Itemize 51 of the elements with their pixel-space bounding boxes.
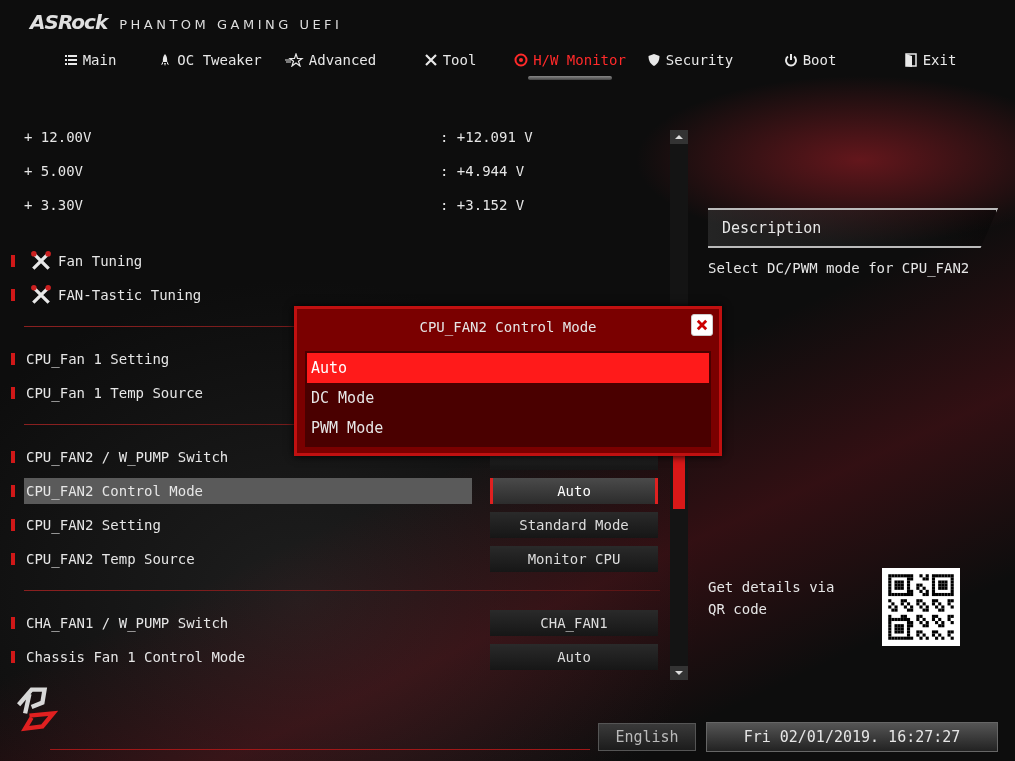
setting-label[interactable]: CPU_FAN2 Temp Source [24,546,472,572]
menu-tab[interactable]: Advanced [270,46,390,80]
voltage-reading: : +4.944 V [440,163,525,179]
qr-caption: Get details via QR code [708,578,836,619]
setting-label[interactable]: CPU_FAN2 Control Mode [24,478,472,504]
voltage-reading: : +3.152 V [440,197,525,213]
star-icon [283,53,304,67]
menu-tab[interactable]: Exit [870,46,990,80]
description-text: Select DC/PWM mode for CPU_FAN2 [708,260,971,276]
close-button[interactable] [691,314,713,336]
setting-label[interactable]: CHA_FAN1 / W_PUMP Switch [24,610,472,636]
menu-tab[interactable]: Tool [390,46,510,80]
date-time-display: Fri 02/01/2019. 16:27:27 [706,722,998,752]
setting-value-button[interactable]: Monitor CPU [490,546,658,572]
scroll-down-icon[interactable] [670,666,688,680]
dialog-title: CPU_FAN2 Control Mode [419,319,597,335]
voltage-reading: : +12.091 V [440,129,533,145]
dialog-option[interactable]: Auto [307,353,709,383]
voltage-label: + 3.30V [24,197,84,213]
menu-tab[interactable]: Boot [750,46,870,80]
setting-label[interactable]: CPU_FAN2 Setting [24,512,472,538]
door-icon [903,53,918,67]
scroll-up-icon[interactable] [670,130,688,144]
description-title: Description [722,219,822,237]
qr-code-icon [882,568,960,646]
menu-link[interactable]: Fan Tuning [58,253,143,269]
tools-icon [423,53,438,67]
setting-value-button[interactable]: Auto [490,644,658,670]
close-icon [695,318,709,332]
setting-value-button[interactable]: Auto [490,478,658,504]
menu-tab[interactable]: Security [630,46,750,80]
brand-logo: ASRock [30,10,108,34]
product-name: PHANTOM GAMING UEFI [119,17,343,32]
list-icon [63,53,78,67]
tools-icon [30,284,52,306]
dialog-option[interactable]: PWM Mode [307,413,709,443]
menu-tab[interactable]: H/W Monitor [510,46,630,80]
tools-icon [30,250,52,272]
dialog-option[interactable]: DC Mode [307,383,709,413]
menu-tab[interactable]: Main [30,46,150,80]
voltage-label: + 12.00V [24,129,93,145]
menu-link[interactable]: FAN-Tastic Tuning [58,287,202,303]
setting-value-button[interactable]: CHA_FAN1 [490,610,658,636]
setting-label[interactable]: Chassis Fan 1 Control Mode [24,644,472,670]
setting-value-button[interactable]: Standard Mode [490,512,658,538]
voltage-label: + 5.00V [24,163,84,179]
shield-icon [646,53,661,67]
menu-tab[interactable]: OC Tweaker [150,46,270,80]
language-button[interactable]: English [598,723,696,751]
power-icon [783,53,798,67]
gauge-icon [514,53,529,67]
